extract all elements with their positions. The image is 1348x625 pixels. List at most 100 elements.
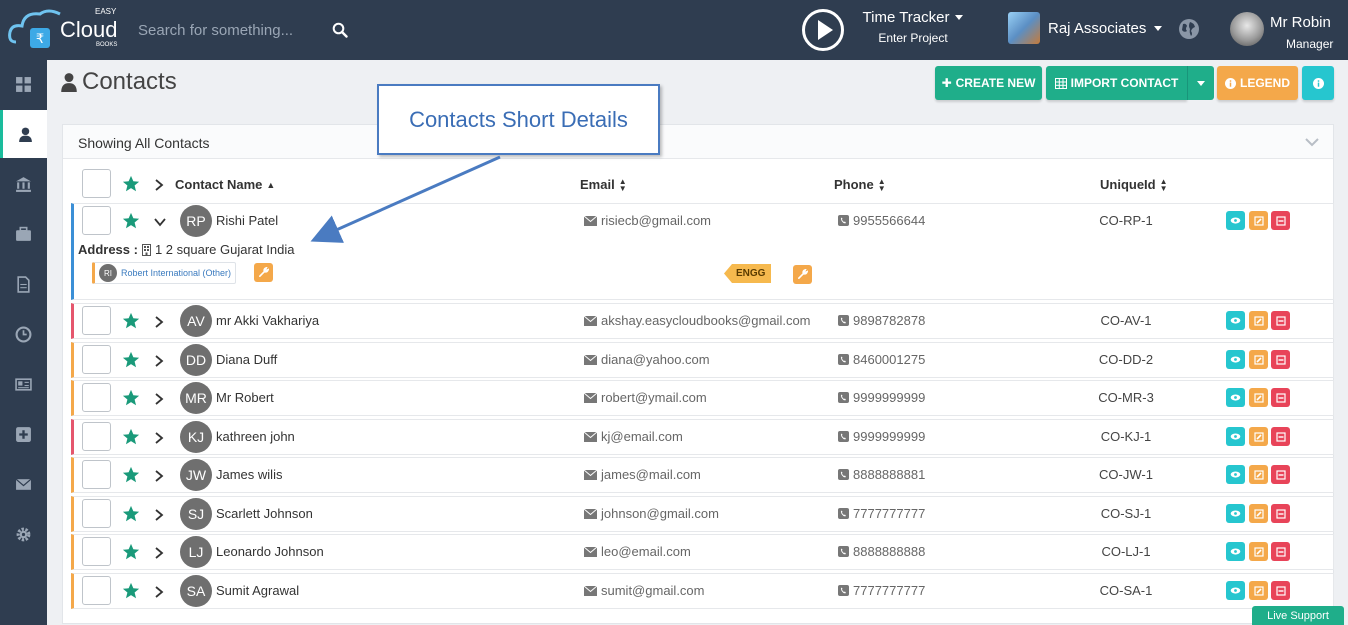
star-icon[interactable]: [122, 312, 140, 330]
row-checkbox[interactable]: [82, 345, 111, 374]
chevron-right-icon[interactable]: [154, 509, 164, 521]
chevron-right-icon[interactable]: [154, 179, 164, 191]
time-tracker[interactable]: Time Tracker Enter Project: [858, 9, 968, 45]
sidebar-item-settings[interactable]: [0, 510, 47, 558]
star-icon[interactable]: [122, 389, 140, 407]
contact-name[interactable]: mr Akki Vakhariya: [216, 313, 319, 328]
table-row[interactable]: AV mr Akki Vakhariya akshay.easycloudbooks…: [71, 303, 1334, 339]
delete-button[interactable]: [1271, 465, 1290, 484]
sidebar-item-add[interactable]: [0, 410, 47, 458]
contact-name[interactable]: James wilis: [216, 467, 282, 482]
info-button[interactable]: [1302, 66, 1334, 100]
contact-name[interactable]: Leonardo Johnson: [216, 544, 324, 559]
edit-button[interactable]: [1249, 542, 1268, 561]
contact-name[interactable]: kathreen john: [216, 429, 295, 444]
table-row[interactable]: KJ kathreen john kj@email.com 9999999999 CO-…: [71, 419, 1334, 455]
chevron-right-icon[interactable]: [154, 547, 164, 559]
contact-name[interactable]: Rishi Patel: [216, 213, 278, 228]
contact-name[interactable]: Sumit Agrawal: [216, 583, 299, 598]
chevron-right-icon[interactable]: [154, 586, 164, 598]
contact-phone[interactable]: 7777777777: [838, 583, 925, 598]
edit-button[interactable]: [1249, 311, 1268, 330]
contact-email[interactable]: kj@email.com: [584, 429, 683, 444]
tag-engg[interactable]: ENGG: [724, 264, 772, 283]
globe-icon[interactable]: [1178, 18, 1200, 40]
user-avatar[interactable]: [1230, 12, 1264, 46]
row-checkbox[interactable]: [82, 460, 111, 489]
contact-email[interactable]: leo@email.com: [584, 544, 691, 559]
contact-phone[interactable]: 8888888888: [838, 544, 925, 559]
contact-phone[interactable]: 9999999999: [838, 390, 925, 405]
contact-name[interactable]: Mr Robert: [216, 390, 274, 405]
easycloudbooks-logo[interactable]: ₹ EASY Cloud BOOKS: [8, 4, 126, 54]
column-header-uid[interactable]: UniqueId ▲ ▼: [1100, 177, 1168, 192]
star-icon[interactable]: [122, 466, 140, 484]
delete-button[interactable]: [1271, 211, 1290, 230]
view-button[interactable]: [1226, 211, 1245, 230]
live-support-button[interactable]: Live Support: [1252, 606, 1344, 625]
contact-email[interactable]: sumit@gmail.com: [584, 583, 705, 598]
row-checkbox[interactable]: [82, 206, 111, 235]
contact-phone[interactable]: 9898782878: [838, 313, 925, 328]
table-row[interactable]: LJ Leonardo Johnson leo@email.com 888888888…: [71, 534, 1334, 570]
chevron-right-icon[interactable]: [154, 432, 164, 444]
sidebar-item-dashboard[interactable]: [0, 60, 47, 108]
sidebar-item-projects[interactable]: [0, 210, 47, 258]
edit-button[interactable]: [1249, 350, 1268, 369]
star-icon[interactable]: [122, 351, 140, 369]
column-header-email[interactable]: Email ▲ ▼: [580, 177, 627, 192]
import-dropdown-toggle[interactable]: [1187, 66, 1214, 100]
edit-button[interactable]: [1249, 211, 1268, 230]
delete-button[interactable]: [1271, 427, 1290, 446]
sidebar-item-contacts[interactable]: [0, 110, 47, 158]
sidebar-item-mail[interactable]: [0, 460, 47, 508]
table-row[interactable]: RP Rishi Patel risiecb@gmail.com 9955566644…: [71, 203, 1334, 300]
contact-email[interactable]: risiecb@gmail.com: [584, 213, 711, 228]
row-checkbox[interactable]: [82, 576, 111, 605]
edit-button[interactable]: [1249, 581, 1268, 600]
search-input[interactable]: [138, 21, 328, 39]
delete-button[interactable]: [1271, 504, 1290, 523]
star-icon[interactable]: [122, 175, 140, 193]
star-icon[interactable]: [122, 582, 140, 600]
view-button[interactable]: [1226, 350, 1245, 369]
view-button[interactable]: [1226, 427, 1245, 446]
tag-settings-button[interactable]: [793, 265, 812, 284]
contact-phone[interactable]: 7777777777: [838, 506, 925, 521]
view-button[interactable]: [1226, 465, 1245, 484]
contact-email[interactable]: johnson@gmail.com: [584, 506, 719, 521]
delete-button[interactable]: [1271, 350, 1290, 369]
star-icon[interactable]: [122, 505, 140, 523]
view-button[interactable]: [1226, 542, 1245, 561]
contact-phone[interactable]: 8888888881: [838, 467, 925, 482]
edit-button[interactable]: [1249, 504, 1268, 523]
contact-name[interactable]: Scarlett Johnson: [216, 506, 313, 521]
chevron-right-icon[interactable]: [154, 393, 164, 405]
view-button[interactable]: [1226, 581, 1245, 600]
table-row[interactable]: MR Mr Robert robert@ymail.com 9999999999 CO-…: [71, 380, 1334, 416]
delete-button[interactable]: [1271, 388, 1290, 407]
contact-email[interactable]: akshay.easycloudbooks@gmail.com: [584, 313, 811, 328]
search-box[interactable]: [126, 12, 356, 48]
row-checkbox[interactable]: [82, 383, 111, 412]
row-checkbox[interactable]: [82, 537, 111, 566]
play-icon[interactable]: [801, 8, 845, 52]
search-icon[interactable]: [332, 22, 348, 38]
import-contact-button[interactable]: IMPORT CONTACT: [1046, 66, 1187, 100]
sidebar-item-documents[interactable]: [0, 260, 47, 308]
sidebar-item-time[interactable]: [0, 310, 47, 358]
organization-chip[interactable]: RI Robert International (Other): [92, 262, 237, 284]
view-button[interactable]: [1226, 311, 1245, 330]
column-header-phone[interactable]: Phone ▲ ▼: [834, 177, 886, 192]
chevron-right-icon[interactable]: [154, 470, 164, 482]
view-button[interactable]: [1226, 388, 1245, 407]
org-name[interactable]: Robert International (Other): [121, 268, 231, 278]
table-row[interactable]: SA Sumit Agrawal sumit@gmail.com 7777777777…: [71, 573, 1334, 609]
create-new-button[interactable]: ✚ CREATE NEW: [935, 66, 1042, 100]
chevron-down-icon[interactable]: [1305, 137, 1319, 147]
select-all-checkbox[interactable]: [82, 169, 111, 198]
star-icon[interactable]: [122, 428, 140, 446]
edit-button[interactable]: [1249, 465, 1268, 484]
legend-button[interactable]: LEGEND: [1217, 66, 1298, 100]
star-icon[interactable]: [122, 212, 140, 230]
